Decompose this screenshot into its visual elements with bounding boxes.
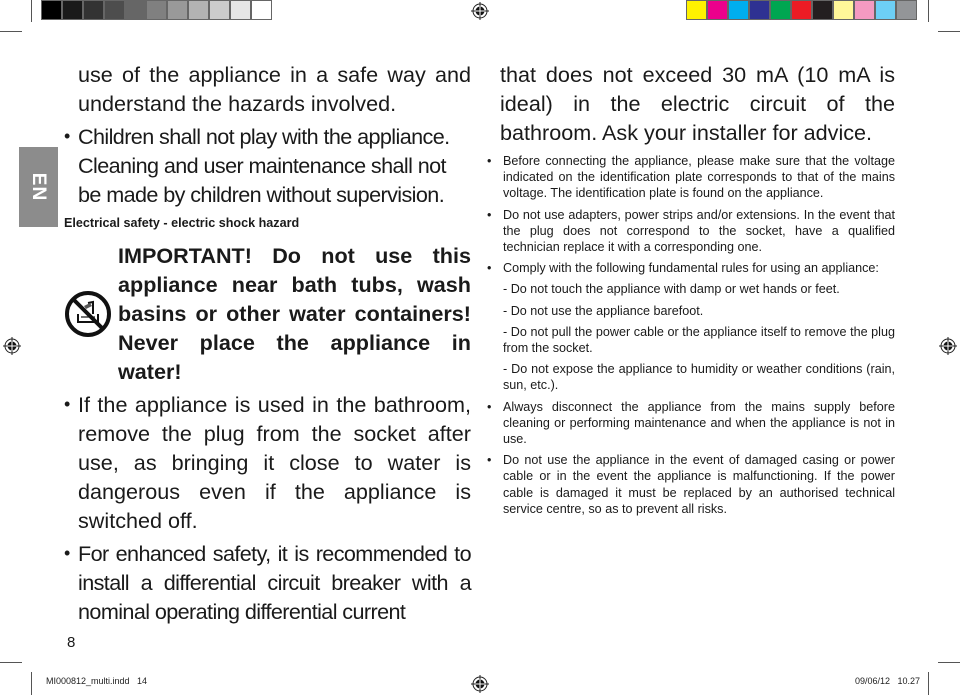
language-tab-label: EN	[28, 172, 50, 202]
crop-mark	[31, 672, 32, 695]
important-text: IMPORTANT! Do not use this appliance nea…	[118, 243, 471, 384]
language-tab: EN	[19, 147, 58, 227]
gray-swatch	[230, 0, 251, 20]
gray-swatch	[83, 0, 104, 20]
process-color-bar	[686, 0, 917, 22]
gray-swatch	[209, 0, 230, 20]
rule-item: - Do not touch the appliance with damp o…	[503, 282, 840, 297]
safety-bullet: For enhanced safety, it is recommended t…	[64, 539, 472, 626]
gray-swatch	[41, 0, 62, 20]
bullet-item: Always disconnect the appliance from the…	[487, 399, 895, 448]
important-warning: IMPORTANT! Do not use this appliance nea…	[64, 241, 471, 386]
date-slug: 09/06/12 10.27	[855, 676, 921, 686]
no-water-bath-icon	[65, 290, 111, 337]
file-slug: MI000812_multi.indd 14	[46, 676, 148, 686]
continuation-paragraph: that does not exceed 30 mA (10 mA is ide…	[500, 62, 895, 145]
rule-item: - Do not pull the power cable or the app…	[503, 324, 895, 356]
gray-swatch	[62, 0, 83, 20]
color-swatch	[728, 0, 749, 20]
crop-mark	[928, 672, 929, 695]
registration-mark-icon	[471, 2, 489, 20]
gray-swatch	[188, 0, 209, 20]
color-swatch	[812, 0, 833, 20]
gray-swatch	[125, 0, 146, 20]
registration-mark-icon	[939, 337, 957, 355]
section-heading: Electrical safety - electric shock hazar…	[64, 216, 300, 230]
color-swatch	[854, 0, 875, 20]
gray-swatch	[104, 0, 125, 20]
crop-mark	[31, 0, 32, 22]
registration-mark-icon	[471, 675, 489, 693]
bullet-item: Comply with the following fundamental ru…	[487, 260, 895, 276]
crop-mark	[938, 662, 960, 663]
crop-mark	[0, 662, 22, 663]
bullet-item: Do not use the appliance in the event of…	[487, 452, 895, 517]
left-column: use of the appliance in a safe way and u…	[64, 60, 472, 626]
crop-mark	[0, 31, 22, 32]
grayscale-color-bar	[41, 0, 272, 22]
gray-swatch	[167, 0, 188, 20]
gray-swatch	[146, 0, 167, 20]
rule-item: - Do not expose the appliance to humidit…	[503, 362, 895, 393]
gray-swatch	[251, 0, 272, 20]
intro-paragraph: use of the appliance in a safe way and u…	[78, 62, 471, 116]
children-bullet: Children shall not play with the applian…	[64, 122, 471, 209]
bathroom-bullet: If the appliance is used in the bathroom…	[64, 390, 471, 535]
color-swatch	[770, 0, 791, 20]
crop-mark	[938, 31, 960, 32]
color-swatch	[875, 0, 896, 20]
color-swatch	[749, 0, 770, 20]
registration-mark-icon	[3, 337, 21, 355]
bullet-item: Before connecting the appliance, please …	[487, 153, 895, 202]
rule-item: - Do not use the appliance barefoot.	[503, 303, 704, 318]
crop-mark	[928, 0, 929, 22]
color-swatch	[833, 0, 854, 20]
color-swatch	[686, 0, 707, 20]
color-swatch	[707, 0, 728, 20]
color-swatch	[791, 0, 812, 20]
page-number: 8	[67, 634, 76, 651]
color-swatch	[896, 0, 917, 20]
right-column: that does not exceed 30 mA (10 mA is ide…	[487, 60, 895, 522]
bullet-item: Do not use adapters, power strips and/or…	[487, 207, 895, 256]
safety-list: Before connecting the appliance, please …	[487, 153, 895, 517]
